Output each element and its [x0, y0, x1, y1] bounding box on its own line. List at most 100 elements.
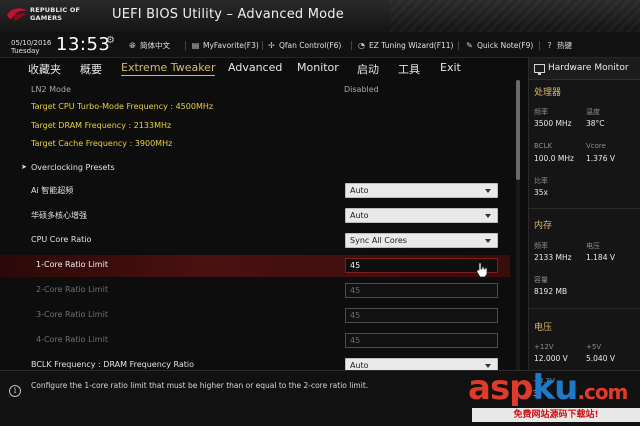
- ln2-mode-value: Disabled: [344, 85, 379, 94]
- cpu-core-ratio-dropdown[interactable]: Sync All Cores: [345, 233, 498, 248]
- voltage-section-title: 电压: [534, 323, 553, 333]
- section-divider: [529, 308, 640, 309]
- memory-volt-value: 1.184 V: [586, 253, 615, 262]
- clock-settings-gear-icon[interactable]: ⚙: [106, 35, 115, 46]
- section-divider: [529, 208, 640, 209]
- ai-overclock-dropdown[interactable]: Auto: [345, 183, 498, 198]
- chevron-down-icon: [485, 189, 491, 193]
- cpu-vcore-value: 1.376 V: [586, 154, 615, 163]
- rog-brand-text: REPUBLIC OF GAMERS: [30, 6, 81, 22]
- cpu-temp-value: 38°C: [586, 119, 605, 128]
- qfan-control-button[interactable]: ✢ Qfan Control(F6): [267, 39, 341, 51]
- watermark-subtitle: 免费网站源码下载站!: [472, 408, 640, 422]
- main-nav-tabs: 收藏夹 概要 Extreme Tweaker Advanced Monitor …: [0, 58, 528, 80]
- cpu-bclk-label: BCLK: [534, 142, 553, 150]
- help-description: Configure the 1-core ratio limit that mu…: [31, 381, 369, 390]
- tab-boot[interactable]: 启动: [357, 61, 379, 77]
- target-cpu-turbo-frequency: Target CPU Turbo-Mode Frequency : 4500MH…: [31, 102, 214, 111]
- tab-advanced[interactable]: Advanced: [228, 61, 282, 74]
- ez-tuning-wizard-button[interactable]: ◔ EZ Tuning Wizard(F11): [357, 39, 453, 51]
- toolbar-separator: [185, 41, 186, 50]
- watermark: aspku.com 免费网站源码下载站!: [468, 368, 640, 426]
- mouse-hand-cursor-icon: [476, 262, 488, 278]
- cpu-freq-value: 3500 MHz: [534, 119, 572, 128]
- toolbar-separator: [458, 41, 459, 50]
- fan-icon: ✢: [268, 40, 275, 50]
- tab-monitor[interactable]: Monitor: [297, 61, 339, 74]
- memory-capacity-value: 8192 MB: [534, 287, 568, 296]
- ai-overclock-label: Ai 智能超频: [31, 186, 74, 195]
- core-ratio-2-label: 2-Core Ratio Limit: [36, 285, 108, 294]
- v12-value: 12.000 V: [534, 354, 568, 363]
- tuning-icon: ◔: [358, 40, 365, 50]
- time-display: 13:53: [56, 34, 111, 55]
- cpu-ratio-value: 35x: [534, 188, 548, 197]
- cpu-vcore-label: Vcore: [586, 142, 606, 150]
- monitor-icon: [534, 64, 545, 75]
- cpu-bclk-value: 100.0 MHz: [534, 154, 574, 163]
- multicore-enhancement-dropdown[interactable]: Auto: [345, 208, 498, 223]
- settings-panel: LN2 Mode Disabled Target CPU Turbo-Mode …: [0, 80, 516, 370]
- scrollbar-thumb[interactable]: [516, 80, 520, 180]
- tab-exit[interactable]: Exit: [440, 61, 461, 74]
- ln2-mode-label: LN2 Mode: [31, 85, 71, 94]
- v5-label: +5V: [586, 343, 602, 351]
- bios-title: UEFI BIOS Utility – Advanced Mode: [112, 7, 344, 22]
- hardware-monitor-header: Hardware Monitor: [529, 58, 640, 80]
- cpu-core-ratio-row: CPU Core Ratio Sync All Cores: [0, 230, 516, 252]
- cpu-core-ratio-label: CPU Core Ratio: [31, 235, 92, 244]
- multicore-enhancement-row: 华硕多核心增强 Auto: [0, 205, 516, 227]
- date-display: 05/10/2016 Tuesday: [11, 39, 52, 55]
- title-bar: REPUBLIC OF GAMERS UEFI BIOS Utility – A…: [0, 0, 640, 32]
- core-ratio-2-input: 45: [345, 283, 498, 298]
- multicore-enhancement-label: 华硕多核心增强: [31, 211, 87, 220]
- target-dram-frequency: Target DRAM Frequency : 2133MHz: [31, 121, 172, 130]
- core-ratio-1-row[interactable]: 1-Core Ratio Limit 45: [0, 255, 510, 277]
- hotkey-icon: ?: [547, 40, 552, 50]
- overclocking-presets-row[interactable]: ➤ Overclocking Presets: [0, 158, 516, 180]
- chevron-down-icon: [485, 239, 491, 243]
- cpu-section-title: 处理器: [534, 88, 562, 98]
- bclk-dram-ratio-row: BCLK Frequency : DRAM Frequency Ratio Au…: [0, 355, 516, 370]
- core-ratio-4-row: 4-Core Ratio Limit 45: [0, 330, 516, 352]
- language-button[interactable]: 🌐︎ 简体中文: [128, 39, 170, 51]
- memory-section-title: 内存: [534, 221, 553, 231]
- ai-overclock-row: Ai 智能超频 Auto: [0, 180, 516, 202]
- globe-icon: 🌐︎: [129, 40, 136, 50]
- toolbar-separator: [262, 41, 263, 50]
- myfavorite-button[interactable]: ▤ MyFavorite(F3): [191, 39, 259, 51]
- info-bar: 05/10/2016 Tuesday 13:53 ⚙ 🌐︎ 简体中文 ▤ MyF…: [0, 32, 640, 58]
- overclocking-presets-label: Overclocking Presets: [31, 163, 115, 172]
- rog-eye-logo-icon: [7, 8, 27, 21]
- hotkey-button[interactable]: ? 热键: [545, 39, 572, 51]
- core-ratio-4-label: 4-Core Ratio Limit: [36, 335, 108, 344]
- cpu-temp-label: 温度: [586, 108, 600, 116]
- hardware-monitor-panel: Hardware Monitor 处理器 频率 温度 3500 MHz 38°C…: [528, 58, 640, 370]
- core-ratio-1-label: 1-Core Ratio Limit: [36, 260, 108, 269]
- cpu-ratio-label: 比率: [534, 177, 548, 185]
- tab-extreme-tweaker[interactable]: Extreme Tweaker: [121, 61, 216, 76]
- core-ratio-3-row: 3-Core Ratio Limit 45: [0, 305, 516, 327]
- toolbar-separator: [351, 41, 352, 50]
- quick-note-button[interactable]: ✎ Quick Note(F9): [465, 39, 533, 51]
- memory-capacity-label: 容量: [534, 276, 548, 284]
- target-cache-frequency: Target Cache Frequency : 3900MHz: [31, 139, 173, 148]
- core-ratio-3-input: 45: [345, 308, 498, 323]
- memory-volt-label: 电压: [586, 242, 600, 250]
- toolbar-separator: [539, 41, 540, 50]
- tab-tool[interactable]: 工具: [398, 61, 420, 77]
- core-ratio-2-row: 2-Core Ratio Limit 45: [0, 280, 516, 302]
- watermark-logo: aspku.com: [468, 368, 628, 408]
- v5-value: 5.040 V: [586, 354, 615, 363]
- settings-scrollbar[interactable]: [516, 80, 520, 370]
- hardware-monitor-title: Hardware Monitor: [548, 63, 629, 73]
- core-ratio-3-label: 3-Core Ratio Limit: [36, 310, 108, 319]
- note-icon: ✎: [466, 40, 473, 50]
- favorite-icon: ▤: [191, 40, 200, 50]
- tab-favorites[interactable]: 收藏夹: [28, 61, 61, 77]
- cpu-freq-label: 频率: [534, 108, 548, 116]
- v12-label: +12V: [534, 343, 554, 351]
- memory-freq-label: 频率: [534, 242, 548, 250]
- submenu-arrow-icon: ➤: [21, 163, 27, 171]
- tab-main[interactable]: 概要: [80, 61, 102, 77]
